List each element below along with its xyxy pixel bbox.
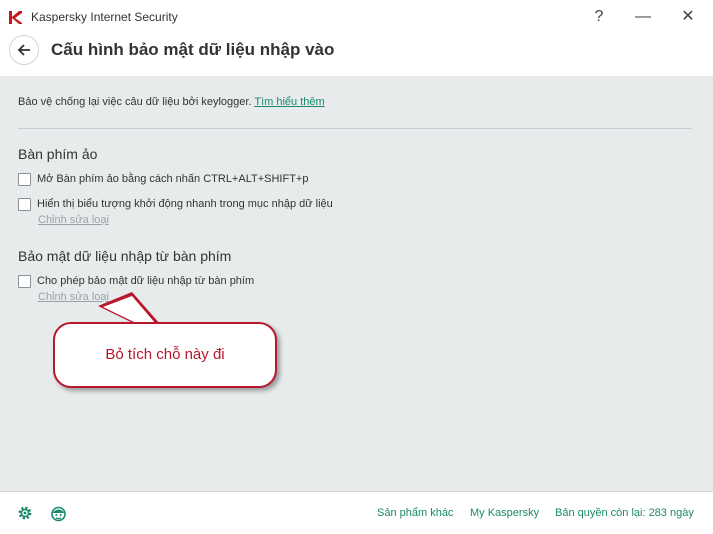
quick-launch-icon-checkbox[interactable] [18, 198, 31, 211]
divider [18, 128, 692, 129]
my-kaspersky-link[interactable]: My Kaspersky [470, 507, 539, 519]
learn-more-link[interactable]: Tìm hiểu thêm [254, 96, 324, 108]
settings-content: Bảo vệ chống lại việc câu dữ liệu bởi ke… [0, 76, 713, 491]
intro-description: Bảo vệ chống lại việc câu dữ liệu bởi ke… [18, 96, 255, 108]
kaspersky-logo-icon [9, 11, 22, 24]
keyboard-protection-checkbox[interactable] [18, 275, 31, 288]
support-agent-icon[interactable] [50, 505, 67, 522]
keyboard-protection-label[interactable]: Cho phép bảo mật dữ liệu nhập từ bàn phí… [37, 275, 254, 287]
virtual-keyboard-section-title: Bàn phím ảo [18, 146, 98, 162]
settings-gear-icon[interactable] [17, 505, 33, 521]
keyboard-protection-edit-link[interactable]: Chỉnh sửa loại [38, 291, 109, 303]
other-products-link[interactable]: Sản phẩm khác [377, 507, 453, 519]
license-status[interactable]: Bản quyền còn lại: 283 ngày [555, 507, 694, 519]
close-button[interactable]: ✕ [673, 6, 703, 28]
help-button[interactable]: ? [584, 6, 614, 28]
keyboard-protection-section-title: Bảo mật dữ liệu nhập từ bàn phím [18, 248, 232, 264]
open-virtual-keyboard-checkbox[interactable] [18, 173, 31, 186]
app-title: Kaspersky Internet Security [31, 10, 178, 24]
virtual-keyboard-edit-link[interactable]: Chỉnh sửa loại [38, 214, 109, 226]
intro-text: Bảo vệ chống lại việc câu dữ liệu bởi ke… [18, 96, 325, 108]
minimize-button[interactable]: — [628, 6, 658, 28]
quick-launch-icon-label[interactable]: Hiển thị biểu tượng khởi động nhanh tron… [37, 198, 333, 210]
back-button[interactable] [9, 35, 39, 65]
callout-text: Bỏ tích chỗ này đi [105, 346, 225, 363]
page-title: Cấu hình bảo mật dữ liệu nhập vào [51, 40, 335, 59]
footer-bar: Sản phẩm khác My Kaspersky Bản quyền còn… [0, 491, 713, 534]
title-bar: Kaspersky Internet Security ? — ✕ [0, 0, 713, 34]
page-header: Cấu hình bảo mật dữ liệu nhập vào [0, 34, 713, 76]
back-arrow-icon [17, 44, 30, 56]
annotation-callout: Bỏ tích chỗ này đi [53, 322, 277, 388]
open-virtual-keyboard-label[interactable]: Mở Bàn phím ảo bằng cách nhấn CTRL+ALT+S… [37, 173, 308, 185]
